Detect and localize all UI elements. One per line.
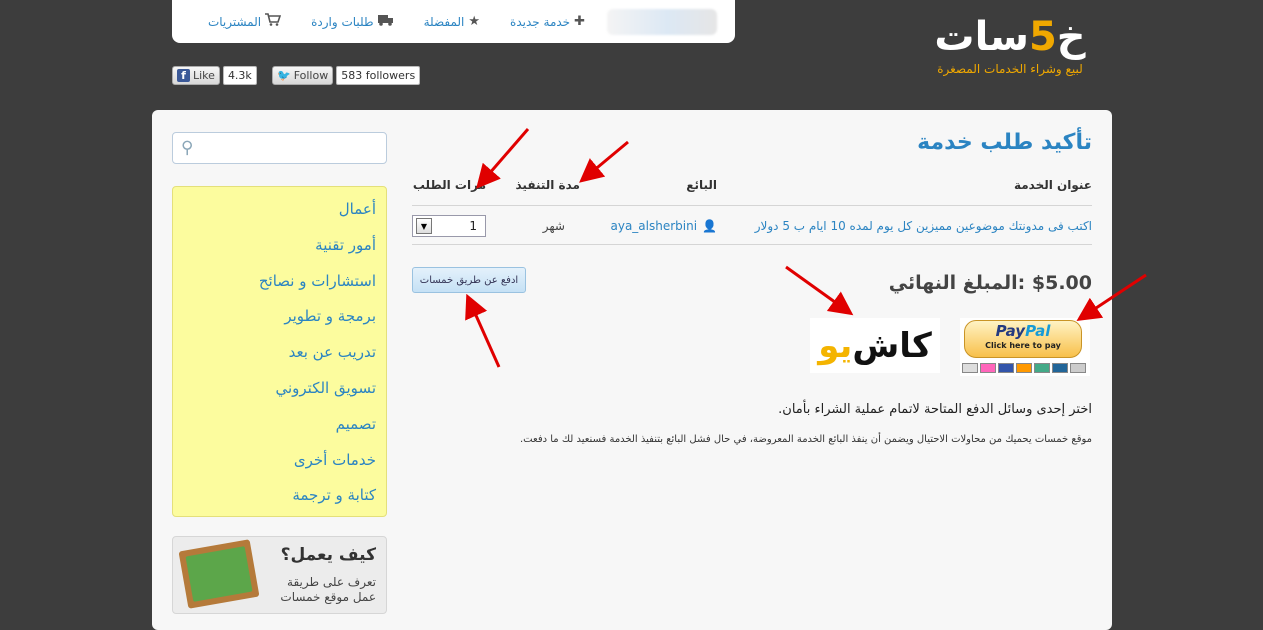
twitter-follower-count: 583 followers (336, 66, 421, 85)
seller-cell: 👤 aya_alsherbini (610, 219, 717, 233)
paypal-logo: PayPal Click here to pay (964, 320, 1082, 358)
paypal-button[interactable]: PayPal Click here to pay (960, 318, 1090, 376)
payment-instructions: اختر إحدى وسائل الدفع المتاحة لاتمام عمل… (778, 402, 1092, 417)
header-duration: مدة التنفيذ (515, 178, 580, 192)
category-item[interactable]: أمور تقنية (173, 231, 376, 267)
category-item[interactable]: برمجة و تطوير (173, 302, 376, 338)
seller-link[interactable]: aya_alsherbini (610, 219, 697, 233)
quantity-value: 1 (469, 219, 477, 233)
category-item[interactable]: خدمات أخرى (173, 446, 376, 482)
user-icon: 👤 (702, 219, 717, 233)
nav-purchases[interactable]: المشتريات (207, 13, 282, 30)
header-service: عنوان الخدمة (1013, 178, 1092, 192)
page-title: تأكيد طلب خدمة (917, 130, 1092, 155)
service-title-link[interactable]: اكتب فى مدونتك موضوعين مميزين كل يوم لمد… (755, 219, 1092, 233)
search-icon[interactable]: ⚲ (181, 138, 193, 158)
category-item[interactable]: كتابة و ترجمة (173, 481, 376, 517)
card-logos (962, 363, 1086, 373)
facebook-icon: f (177, 69, 190, 82)
order-table-header: عنوان الخدمة البائع مدة التنفيذ مرات الط… (412, 178, 1092, 206)
nav-new-service-label: خدمة جديدة (510, 14, 571, 29)
category-list: أعمال أمور تقنية استشارات و نصائح برمجة … (172, 186, 387, 517)
final-amount-label: المبلغ النهائي: (888, 272, 1026, 294)
table-row: اكتب فى مدونتك موضوعين مميزين كل يوم لمد… (412, 208, 1092, 245)
category-item[interactable]: تدريب عن بعد (173, 338, 376, 374)
truck-icon (377, 14, 394, 30)
facebook-like-count: 4.3k (222, 66, 257, 85)
nav-incoming-orders[interactable]: طلبات واردة (311, 14, 393, 30)
header-times: مرات الطلب (412, 178, 486, 192)
star-icon: ★ (468, 14, 481, 29)
plus-icon: ✚ (574, 14, 585, 29)
user-avatar-blurred[interactable] (607, 8, 717, 35)
cashu-button[interactable]: كاش يو (810, 318, 940, 373)
how-it-works-desc: تعرف على طريقة عمل موقع خمسات (280, 575, 376, 604)
logo-wordmark: خ5سات (934, 14, 1086, 60)
category-item[interactable]: أعمال (173, 195, 376, 231)
pay-via-khamsat-button[interactable]: ادفع عن طريق خمسات (412, 267, 526, 293)
protection-notice: موقع خمسات يحميك من محاولات الاحتيال ويض… (520, 434, 1092, 445)
search-input[interactable]: ⚲ (172, 132, 387, 164)
final-amount: المبلغ النهائي: $5.00 (889, 272, 1092, 294)
nav-purchases-label: المشتريات (207, 14, 262, 29)
facebook-like-button[interactable]: f Like (172, 66, 220, 85)
chalkboard-icon (178, 539, 260, 609)
facebook-like-widget: f Like 4.3k (172, 66, 257, 85)
header-seller: البائع (686, 178, 717, 192)
quantity-select[interactable]: ▼ 1 (412, 215, 486, 237)
how-it-works-box[interactable]: كيف يعمل؟ تعرف على طريقة عمل موقع خمسات (172, 536, 387, 614)
final-amount-value: $5.00 (1031, 272, 1092, 294)
logo-tagline: لبيع وشراء الخدمات المصغرة (937, 62, 1083, 76)
main-panel: ⚲ أعمال أمور تقنية استشارات و نصائح برمج… (152, 110, 1112, 630)
top-nav: ✚ خدمة جديدة ★ المفضلة طلبات واردة المشت… (172, 0, 735, 43)
chevron-down-icon[interactable]: ▼ (416, 218, 432, 234)
cart-icon (265, 13, 282, 30)
category-item[interactable]: استشارات و نصائح (173, 267, 376, 303)
twitter-icon: 🐦 (277, 69, 291, 82)
twitter-follow-button[interactable]: 🐦 Follow (272, 66, 334, 85)
duration-value: شهر (542, 219, 565, 233)
category-item[interactable]: تصميم (173, 410, 376, 446)
twitter-follow-widget: 🐦 Follow 583 followers (272, 66, 421, 85)
nav-incoming-orders-label: طلبات واردة (311, 14, 374, 29)
site-logo[interactable]: خ5سات لبيع وشراء الخدمات المصغرة (925, 15, 1095, 76)
nav-favorites-label: المفضلة (423, 14, 465, 29)
category-item[interactable]: تسويق الكتروني (173, 374, 376, 410)
how-it-works-title: كيف يعمل؟ (280, 545, 376, 565)
nav-new-service[interactable]: ✚ خدمة جديدة (510, 14, 585, 29)
nav-favorites[interactable]: ★ المفضلة (424, 14, 480, 29)
